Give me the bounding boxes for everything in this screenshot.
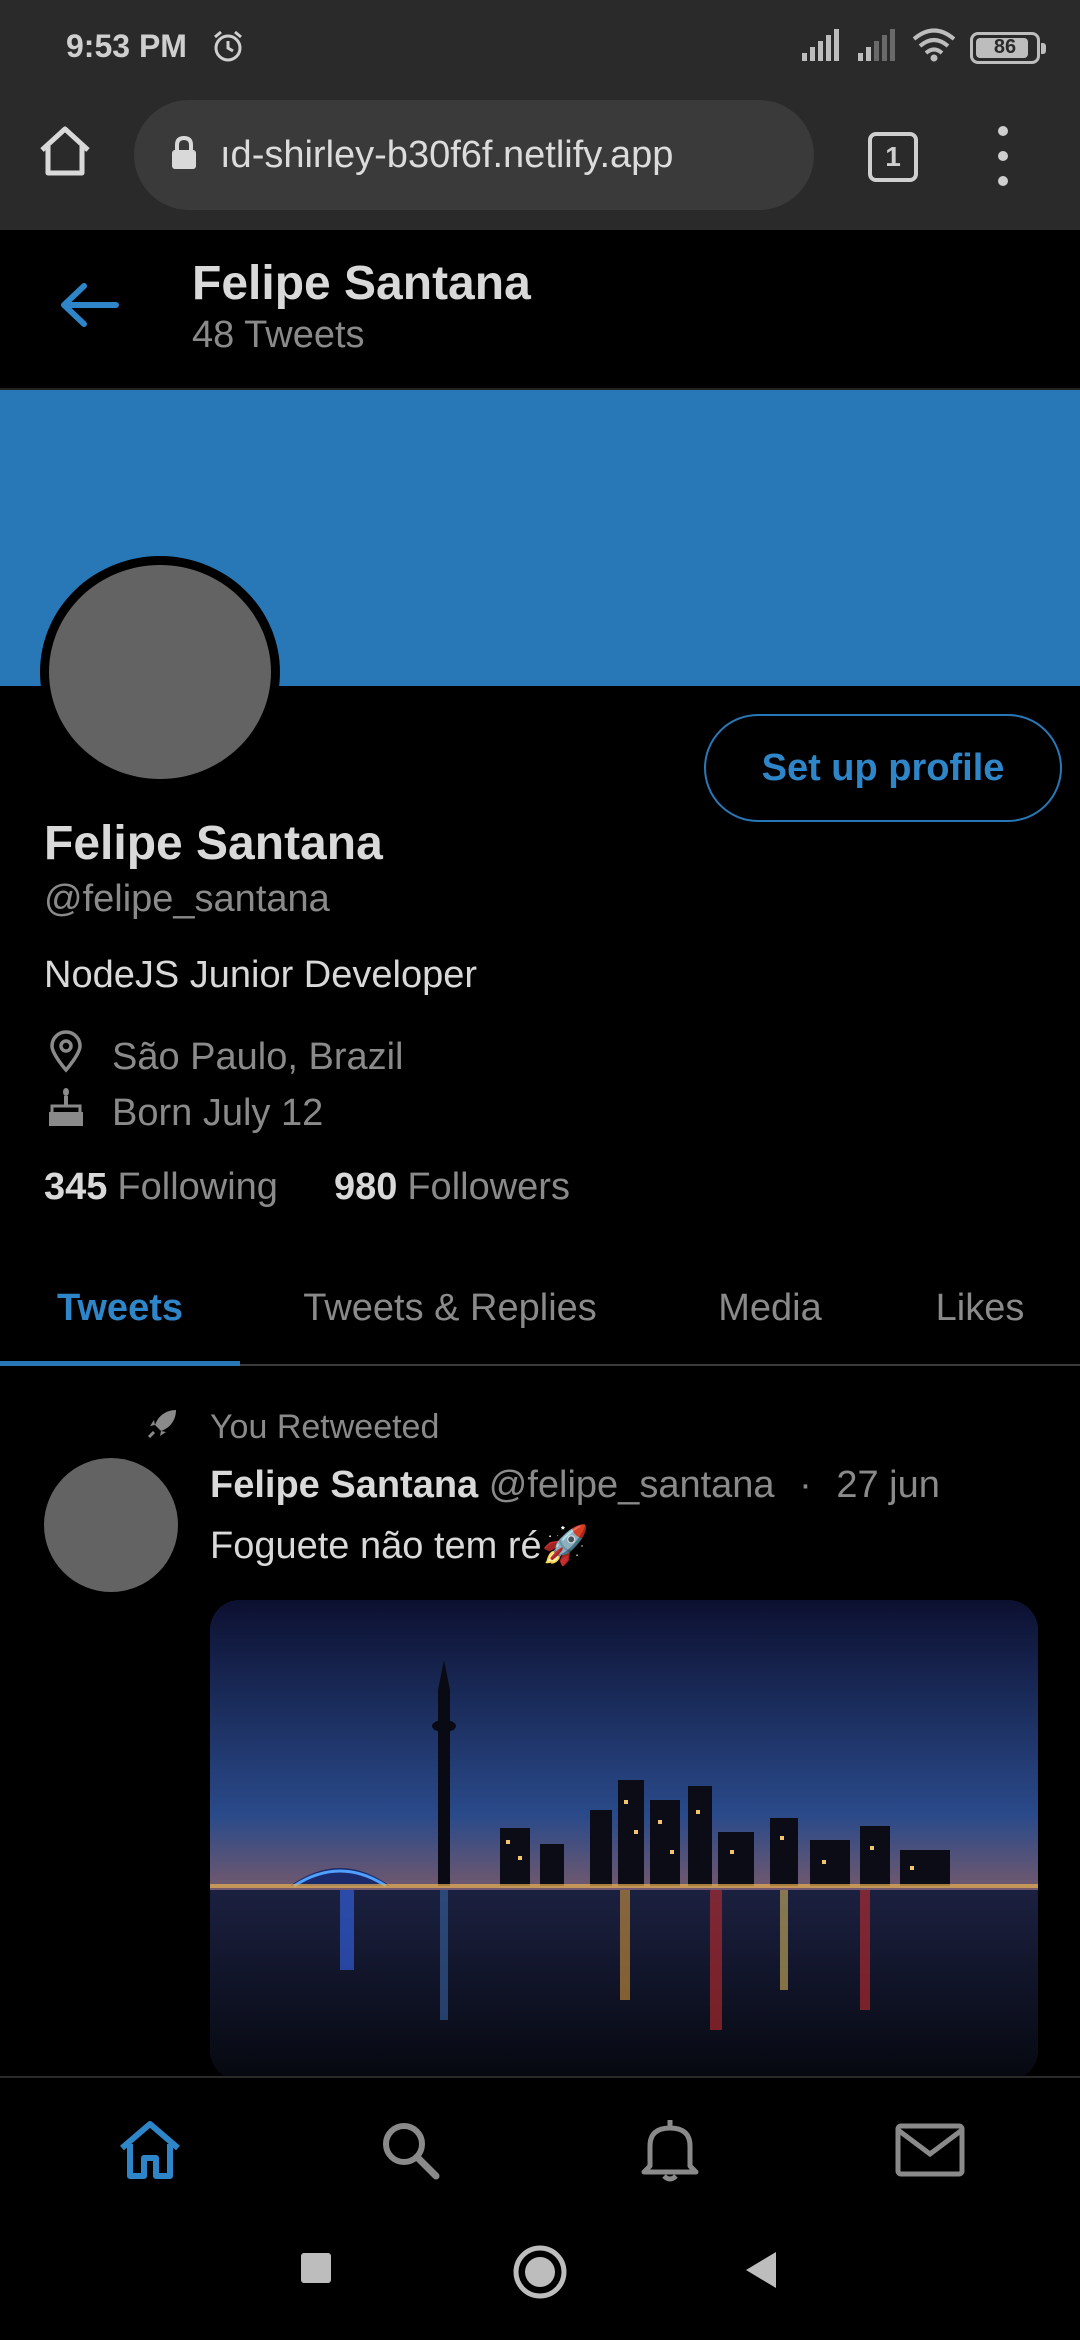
followers-label: Followers bbox=[407, 1166, 570, 1208]
tabs-icon[interactable]: 1 bbox=[868, 132, 918, 182]
profile-header: Felipe Santana 48 Tweets bbox=[0, 230, 1080, 390]
retweet-rocket-icon bbox=[146, 1406, 180, 1445]
battery-icon: 86 bbox=[970, 31, 1046, 64]
header-tweet-count: 48 Tweets bbox=[192, 314, 365, 356]
signal-icon bbox=[856, 29, 898, 66]
tweet-image[interactable] bbox=[210, 1600, 1038, 2080]
mail-icon[interactable] bbox=[894, 2114, 966, 2186]
home-icon[interactable] bbox=[36, 122, 94, 185]
followers-link[interactable]: 980 Followers bbox=[334, 1166, 570, 1209]
tab-likes[interactable]: Likes bbox=[900, 1250, 1060, 1366]
profile-name: Felipe Santana bbox=[44, 817, 383, 870]
back-icon[interactable] bbox=[742, 2250, 778, 2295]
lock-icon[interactable] bbox=[170, 135, 198, 176]
profile-bio: NodeJS Junior Developer bbox=[44, 954, 478, 996]
more-vertical-icon[interactable] bbox=[988, 126, 1018, 186]
following-count: 345 bbox=[44, 1166, 108, 1208]
birthday-text: Born July 12 bbox=[112, 1091, 324, 1134]
profile-location: São Paulo, Brazil bbox=[44, 1030, 404, 1084]
recent-apps-icon[interactable] bbox=[298, 2250, 334, 2291]
wifi-icon bbox=[912, 28, 956, 67]
following-link[interactable]: 345 Following bbox=[44, 1166, 278, 1209]
profile-avatar[interactable] bbox=[40, 556, 280, 788]
bottom-navigation bbox=[0, 2076, 1080, 2218]
profile-tabs: Tweets Tweets & Replies Media Likes bbox=[0, 1250, 1080, 1366]
tab-tweets[interactable]: Tweets bbox=[0, 1250, 240, 1366]
tweet-author[interactable]: Felipe Santana bbox=[210, 1464, 478, 1506]
location-pin-icon bbox=[44, 1030, 112, 1084]
bell-icon[interactable] bbox=[634, 2114, 706, 2186]
followers-count: 980 bbox=[333, 1166, 398, 1208]
home-icon[interactable] bbox=[114, 2114, 186, 2186]
tweet-handle: @felipe_santana bbox=[488, 1464, 775, 1506]
search-icon[interactable] bbox=[374, 2114, 446, 2186]
tweet-text: Foguete não tem ré🚀 bbox=[210, 1525, 589, 1567]
header-name: Felipe Santana bbox=[192, 257, 531, 310]
tweet-date: 27 jun bbox=[836, 1464, 940, 1506]
url-text[interactable]: ıd-shirley-b30f6f.netlify.app bbox=[220, 134, 800, 177]
home-circle-icon[interactable] bbox=[512, 2244, 568, 2305]
tweet-header: Felipe Santana @felipe_santana · 27 jun bbox=[210, 1464, 940, 1507]
clock: 9:53 PM bbox=[66, 28, 187, 64]
back-arrow-icon[interactable] bbox=[58, 280, 122, 335]
following-label: Following bbox=[117, 1166, 278, 1208]
tweet-avatar[interactable] bbox=[44, 1458, 178, 1592]
tab-tweets-replies[interactable]: Tweets & Replies bbox=[262, 1250, 638, 1366]
signal-icon bbox=[800, 29, 842, 66]
cake-icon bbox=[44, 1086, 112, 1140]
browser-toolbar: ıd-shirley-b30f6f.netlify.app 1 bbox=[0, 96, 1080, 230]
profile-birthday: Born July 12 bbox=[44, 1086, 323, 1140]
profile-handle: @felipe_santana bbox=[44, 878, 330, 920]
retweet-label: You Retweeted bbox=[210, 1408, 440, 1446]
battery-level: 86 bbox=[993, 36, 1017, 58]
active-tab-indicator bbox=[0, 1361, 240, 1366]
address-bar[interactable]: ıd-shirley-b30f6f.netlify.app bbox=[134, 100, 814, 210]
profile-stats: 345 Following 980 Followers bbox=[44, 1166, 570, 1209]
location-text: São Paulo, Brazil bbox=[112, 1035, 404, 1078]
alarm-icon bbox=[210, 28, 246, 69]
system-navigation bbox=[0, 2218, 1080, 2340]
status-bar: 9:53 PM 86 bbox=[0, 0, 1080, 96]
tab-count: 1 bbox=[885, 141, 901, 172]
tweet-separator: · bbox=[799, 1464, 812, 1506]
tab-media[interactable]: Media bbox=[680, 1250, 860, 1366]
setup-profile-button[interactable]: Set up profile bbox=[704, 714, 1062, 822]
